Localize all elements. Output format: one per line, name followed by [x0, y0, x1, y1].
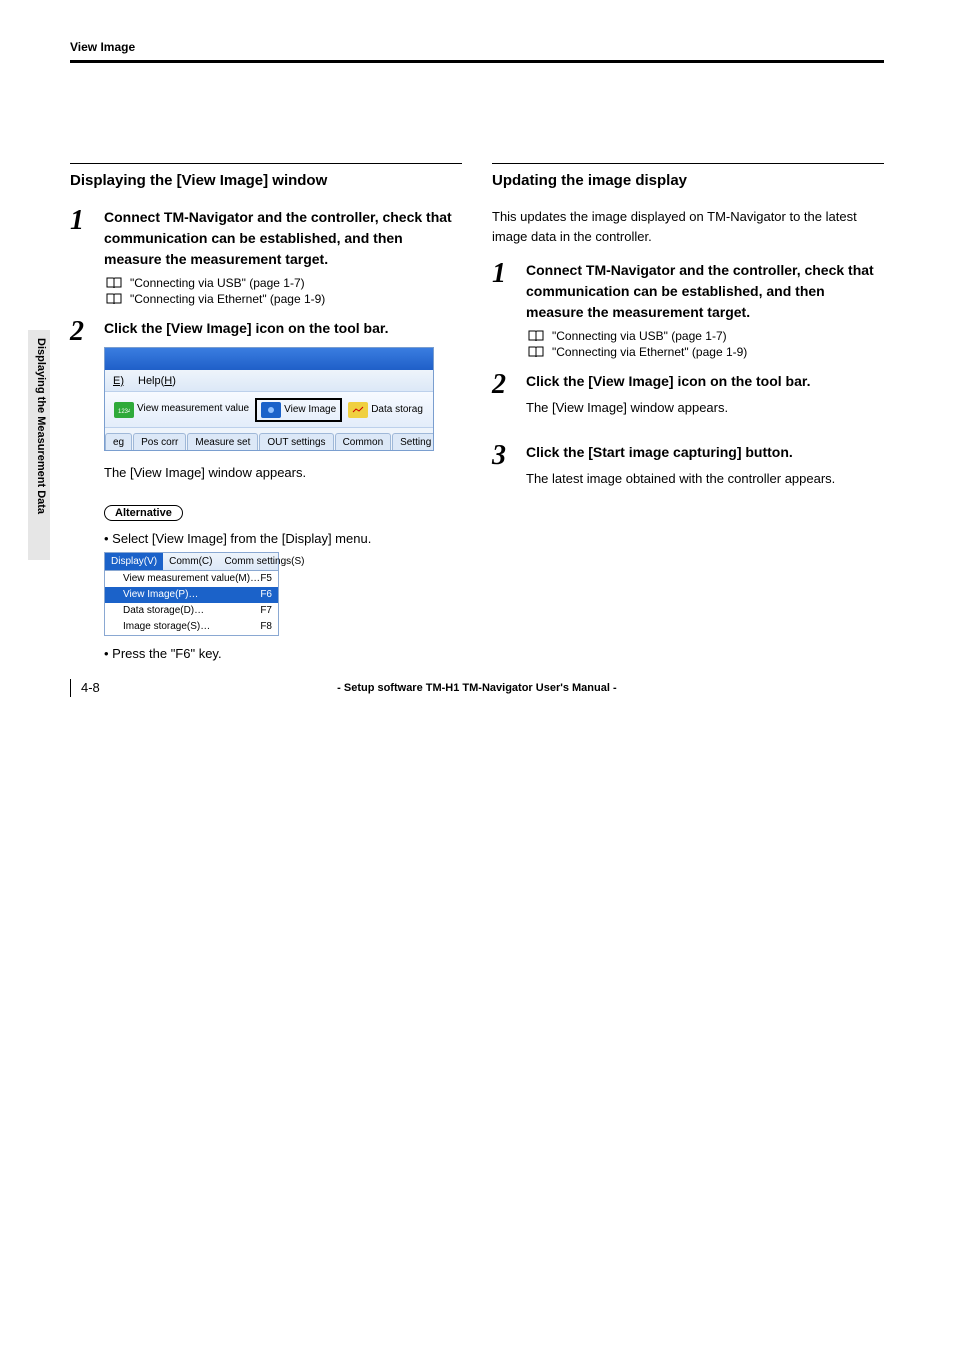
left-step-1: 1 Connect TM-Navigator and the controlle… [70, 207, 462, 308]
menu-top: Display(V) Comm(C) Comm settings(S) [105, 553, 278, 571]
step-title: Click the [View Image] icon on the tool … [526, 371, 884, 392]
menu-help[interactable]: Help(H) [138, 375, 176, 387]
ref-text: "Connecting via Ethernet" (page 1-9) [130, 292, 325, 306]
menu-display[interactable]: Display(V) [105, 553, 163, 570]
right-heading: Updating the image display [492, 172, 884, 189]
toolbar-strip: 12345 View measurement value View Image … [105, 392, 433, 428]
menu-item-image-storage[interactable]: Image storage(S)…F8 [105, 619, 278, 635]
section-rule [70, 163, 462, 164]
menubar: E) Help(H) [105, 370, 433, 392]
tab-measure-set[interactable]: Measure set [187, 433, 258, 450]
right-column: Updating the image display This updates … [492, 163, 884, 675]
intro-text: This updates the image displayed on TM-N… [492, 207, 884, 246]
menu-item-data-storage[interactable]: Data storage(D)…F7 [105, 603, 278, 619]
tab-out-settings[interactable]: OUT settings [259, 433, 333, 450]
right-step-2: 2 Click the [View Image] icon on the too… [492, 371, 884, 432]
step-number: 1 [70, 207, 94, 235]
step-title: Click the [View Image] icon on the tool … [104, 318, 462, 339]
step-desc: The latest image obtained with the contr… [526, 469, 884, 489]
book-icon [106, 277, 122, 289]
footer: 4-8 - Setup software TM-H1 TM-Navigator … [70, 679, 884, 697]
ref-text: "Connecting via Ethernet" (page 1-9) [552, 345, 747, 359]
step-result-text: The [View Image] window appears. [104, 463, 462, 483]
section-rule [492, 163, 884, 164]
step-number: 2 [492, 371, 516, 399]
data-storage-icon [348, 402, 368, 418]
step-title: Connect TM-Navigator and the controller,… [526, 260, 884, 323]
right-step-3: 3 Click the [Start image capturing] butt… [492, 442, 884, 503]
step-number: 3 [492, 442, 516, 470]
left-step-2: 2 Click the [View Image] icon on the too… [70, 318, 462, 665]
menu-e[interactable]: E) [113, 375, 124, 387]
header-rule [70, 60, 884, 63]
book-icon [528, 346, 544, 358]
footer-title: - Setup software TM-H1 TM-Navigator User… [337, 682, 617, 694]
side-tab: Displaying the Measurement Data [28, 330, 50, 560]
measurement-icon: 12345 [114, 402, 134, 418]
view-image-icon [261, 402, 281, 418]
ref-link-ethernet: "Connecting via Ethernet" (page 1-9) [528, 345, 884, 359]
menu-comm[interactable]: Comm(C) [163, 553, 218, 570]
step-title: Click the [Start image capturing] button… [526, 442, 884, 463]
left-heading: Displaying the [View Image] window [70, 172, 462, 189]
page-number: 4-8 [81, 680, 100, 695]
menu-list: View measurement value(M)…F5 View Image(… [105, 571, 278, 635]
footer-separator [70, 679, 71, 697]
view-image-button[interactable]: View Image [255, 398, 342, 422]
tab-common[interactable]: Common [335, 433, 392, 450]
right-step-1: 1 Connect TM-Navigator and the controlle… [492, 260, 884, 361]
alternative-label: Alternative [104, 505, 183, 521]
svg-text:12345: 12345 [118, 409, 130, 414]
step-desc: The [View Image] window appears. [526, 398, 884, 418]
ref-link-usb: "Connecting via USB" (page 1-7) [106, 276, 462, 290]
ref-text: "Connecting via USB" (page 1-7) [130, 276, 305, 290]
menu-item-view-measurement[interactable]: View measurement value(M)…F5 [105, 571, 278, 587]
step-title: Connect TM-Navigator and the controller,… [104, 207, 462, 270]
tab-strip: eg Pos corr Measure set OUT settings Com… [105, 428, 433, 450]
menu-item-view-image[interactable]: View Image(P)…F6 [105, 587, 278, 603]
tab-eg[interactable]: eg [105, 433, 132, 450]
left-column: Displaying the [View Image] window 1 Con… [70, 163, 462, 675]
ref-link-ethernet: "Connecting via Ethernet" (page 1-9) [106, 292, 462, 306]
data-storage-button[interactable]: Data storag [344, 400, 427, 420]
view-measurement-value-button[interactable]: 12345 View measurement value [110, 400, 253, 420]
header-title: View Image [70, 40, 884, 60]
toolbar-screenshot: E) Help(H) 12345 View measurement value [104, 347, 434, 451]
alternative-item: • Select [View Image] from the [Display]… [104, 531, 462, 546]
tab-setting-list[interactable]: Setting list [392, 433, 433, 450]
book-icon [528, 330, 544, 342]
step-number: 1 [492, 260, 516, 288]
book-icon [106, 293, 122, 305]
menu-comm-settings[interactable]: Comm settings(S) [218, 553, 310, 570]
window-titlebar [105, 348, 433, 370]
display-menu-screenshot: Display(V) Comm(C) Comm settings(S) View… [104, 552, 279, 636]
alternative-item: • Press the "F6" key. [104, 646, 462, 661]
step-number: 2 [70, 318, 94, 346]
ref-text: "Connecting via USB" (page 1-7) [552, 329, 727, 343]
ref-link-usb: "Connecting via USB" (page 1-7) [528, 329, 884, 343]
tab-pos-corr[interactable]: Pos corr [133, 433, 186, 450]
